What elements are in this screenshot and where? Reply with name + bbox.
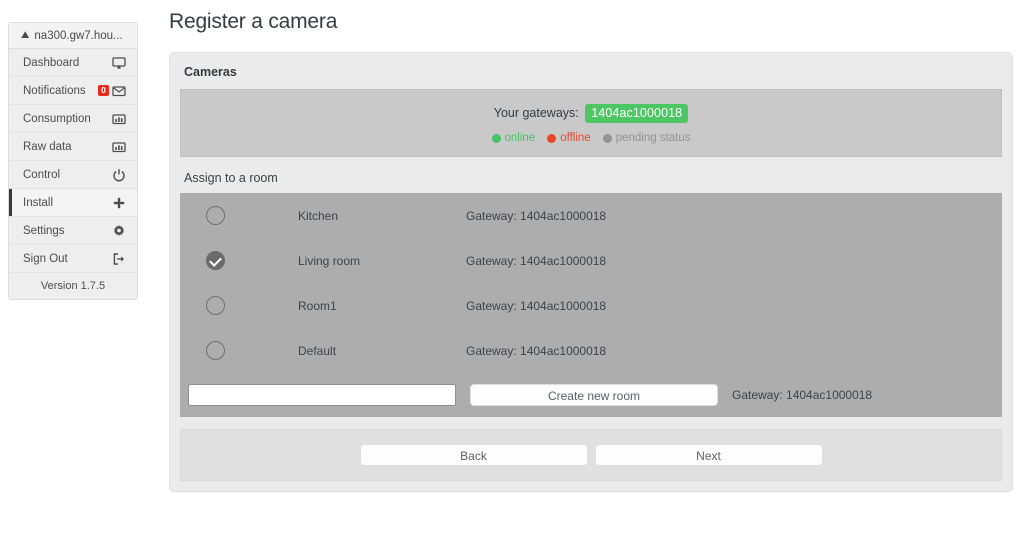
room-name: Default	[298, 343, 337, 358]
table-row[interactable]: Kitchen Gateway: 1404ac1000018	[180, 193, 1002, 238]
room-radio-cell[interactable]	[188, 296, 298, 315]
main-content: Register a camera Cameras Your gateways:…	[169, 0, 1023, 492]
legend-item-offline: offline	[547, 132, 591, 144]
gear-icon	[111, 223, 127, 239]
room-radio-cell[interactable]	[188, 206, 298, 225]
room-gateway: Gateway: 1404ac1000018	[466, 253, 607, 268]
next-button[interactable]: Next	[594, 444, 823, 466]
create-room-gateway: Gateway: 1404ac1000018	[732, 388, 873, 402]
table-row[interactable]: Default Gateway: 1404ac1000018	[180, 328, 1002, 373]
room-name: Kitchen	[298, 208, 339, 223]
sidebar-item-raw-data[interactable]: Raw data	[9, 133, 137, 161]
sidebar-item-sign-out[interactable]: Sign Out	[9, 245, 137, 273]
sidebar-item-settings[interactable]: Settings	[9, 217, 137, 245]
home-icon: ⛰	[21, 29, 30, 41]
room-radio-room1[interactable]	[206, 296, 225, 315]
room-radio-living-room[interactable]	[206, 251, 225, 270]
wizard-footer: Back Next	[180, 429, 1002, 481]
sidebar-item-install[interactable]: Install	[9, 189, 137, 217]
gateway-status-legend: online offline pending status	[191, 132, 991, 144]
legend-item-online: online	[491, 132, 536, 144]
room-radio-default[interactable]	[206, 341, 225, 360]
create-new-room-button[interactable]: Create new room	[470, 384, 718, 406]
table-row[interactable]: Living room Gateway: 1404ac1000018	[180, 238, 1002, 283]
status-dot-online	[491, 133, 501, 143]
sidebar-item-label: Install	[23, 196, 54, 209]
sidebar-item-label: Notifications	[23, 84, 86, 97]
room-list: Kitchen Gateway: 1404ac1000018 Living ro…	[180, 193, 1002, 417]
sidebar: ⛰ na300.gw7.hou... Dashboard Notificatio…	[8, 22, 138, 300]
sidebar-item-control[interactable]: Control	[9, 161, 137, 189]
legend-label: pending status	[615, 132, 691, 144]
sidebar-item-label: Sign Out	[23, 252, 68, 265]
sidebar-version: Version 1.7.5	[9, 273, 137, 299]
legend-label: offline	[560, 132, 591, 144]
room-radio-cell[interactable]	[188, 341, 298, 360]
sidebar-item-dashboard[interactable]: Dashboard	[9, 49, 137, 77]
gateway-info-box: Your gateways: 1404ac1000018 online offl…	[180, 89, 1002, 157]
gateway-id-badge[interactable]: 1404ac1000018	[585, 104, 689, 123]
sidebar-item-label: Control	[23, 168, 61, 181]
gateway-label: Your gateways:	[493, 106, 579, 120]
sign-out-icon	[111, 251, 127, 267]
table-row[interactable]: Room1 Gateway: 1404ac1000018	[180, 283, 1002, 328]
sidebar-item-label: Settings	[23, 224, 65, 237]
gateway-line: Your gateways: 1404ac1000018	[191, 104, 991, 123]
legend-label: online	[504, 132, 536, 144]
sidebar-item-label: Raw data	[23, 140, 72, 153]
sidebar-item-label: Consumption	[23, 112, 91, 125]
notifications-badge: 0	[98, 85, 109, 96]
monitor-icon	[111, 55, 127, 71]
plus-icon	[111, 195, 127, 211]
power-icon	[111, 167, 127, 183]
sidebar-header-label: na300.gw7.hou...	[34, 29, 123, 42]
legend-item-pending: pending status	[602, 132, 691, 144]
envelope-icon	[111, 83, 127, 99]
back-button[interactable]: Back	[359, 444, 588, 466]
card-body: Your gateways: 1404ac1000018 online offl…	[170, 89, 1012, 491]
status-dot-pending	[602, 133, 612, 143]
sidebar-item-notifications[interactable]: Notifications 0	[9, 77, 137, 105]
page-title: Register a camera	[169, 10, 338, 33]
card-title: Cameras	[184, 65, 237, 79]
bar-chart-icon	[111, 139, 127, 155]
cameras-card: Cameras Your gateways: 1404ac1000018 onl…	[169, 52, 1013, 492]
room-radio-cell[interactable]	[188, 251, 298, 270]
room-radio-kitchen[interactable]	[206, 206, 225, 225]
room-gateway: Gateway: 1404ac1000018	[466, 343, 607, 358]
room-gateway: Gateway: 1404ac1000018	[466, 208, 607, 223]
sidebar-item-consumption[interactable]: Consumption	[9, 105, 137, 133]
bar-chart-icon	[111, 111, 127, 127]
room-gateway: Gateway: 1404ac1000018	[466, 298, 607, 313]
assign-to-room-label: Assign to a room	[184, 171, 278, 185]
room-name: Room1	[298, 298, 337, 313]
room-name: Living room	[298, 253, 361, 268]
status-dot-offline	[547, 133, 557, 143]
create-room-row: Create new room Gateway: 1404ac1000018	[180, 373, 1002, 417]
sidebar-header[interactable]: ⛰ na300.gw7.hou...	[9, 23, 137, 49]
sidebar-item-label: Dashboard	[23, 56, 80, 69]
new-room-name-input[interactable]	[188, 384, 456, 406]
